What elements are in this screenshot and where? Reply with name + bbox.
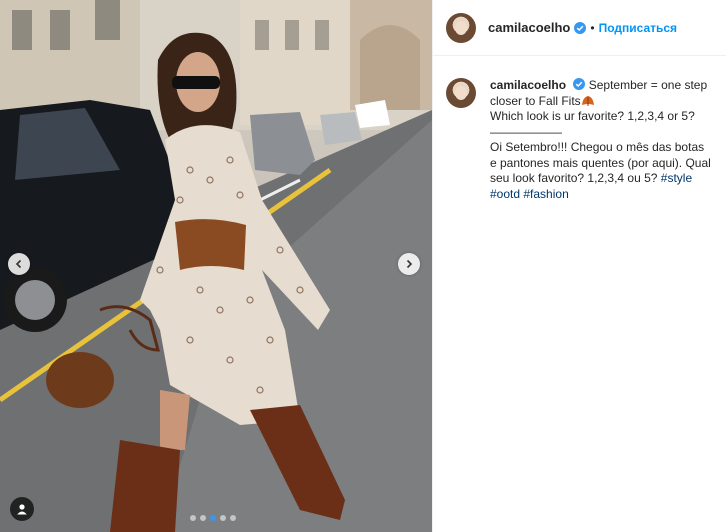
carousel-dot [220, 515, 226, 521]
caption-username-link[interactable]: camilacoelho [490, 78, 566, 92]
verified-badge-icon [573, 78, 586, 90]
autumn-leaf-icon [581, 95, 594, 106]
caption-divider: —————— [490, 124, 562, 139]
separator-dot: • [590, 20, 595, 35]
user-tags-button[interactable] [10, 497, 34, 521]
post-header: camilacoelho • Подписаться [433, 0, 726, 56]
caption-text: camilacoelho September = one step closer… [490, 78, 712, 202]
carousel-dot-active [210, 515, 216, 521]
carousel-indicators [190, 515, 236, 521]
carousel-dot [200, 515, 206, 521]
post-caption: camilacoelho September = one step closer… [433, 56, 726, 202]
carousel-dot [230, 515, 236, 521]
carousel-dot [190, 515, 196, 521]
username-link[interactable]: camilacoelho [488, 20, 570, 35]
hashtag-link[interactable]: #ootd [490, 187, 520, 201]
avatar[interactable] [446, 12, 476, 43]
previous-slide-button[interactable] [8, 253, 30, 275]
caption-line-3: Oi Setembro!!! Chegou o mês das botas e … [490, 140, 712, 202]
next-slide-button[interactable] [398, 253, 420, 275]
hashtag-link[interactable]: #fashion [523, 187, 568, 201]
user-tag-icon [17, 504, 27, 515]
chevron-left-icon [15, 259, 22, 269]
post-details-panel: camilacoelho • Подписаться camilacoelho … [432, 0, 726, 532]
hashtag-link[interactable]: #style [661, 171, 692, 185]
follow-button[interactable]: Подписаться [599, 21, 677, 35]
caption-avatar[interactable] [446, 78, 476, 108]
caption-line-2: Which look is ur favorite? 1,2,3,4 or 5? [490, 109, 695, 123]
street-fashion-photo [0, 0, 432, 532]
chevron-right-icon [406, 259, 413, 269]
verified-badge-icon [574, 21, 587, 34]
post-photo[interactable] [0, 0, 432, 532]
